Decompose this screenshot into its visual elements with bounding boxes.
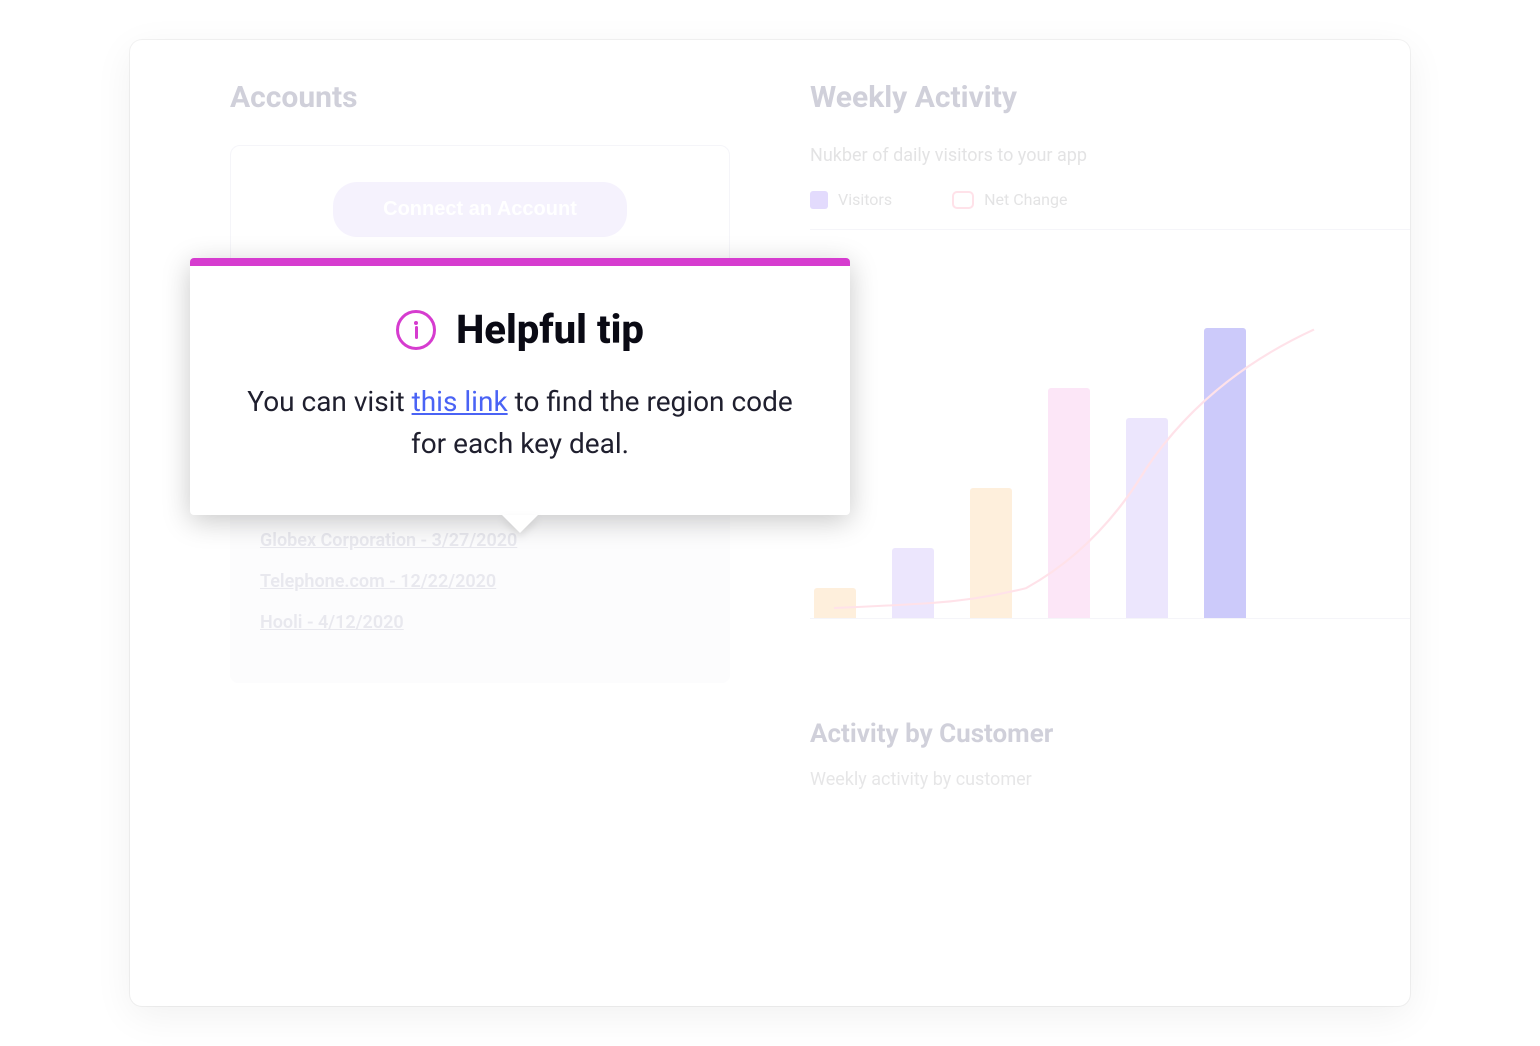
deal-link[interactable]: Telephone.com - 12/22/2020 <box>260 571 700 592</box>
legend: Visitors Net Change <box>810 190 1410 209</box>
legend-netchange-label: Net Change <box>984 190 1067 209</box>
legend-netchange: Net Change <box>952 190 1067 209</box>
chart-bar <box>1048 388 1090 618</box>
weekly-subtitle: Nukber of daily visitors to your app <box>810 145 1410 166</box>
chart-bar <box>1204 328 1246 618</box>
weekly-activity-title: Weekly Activity <box>810 80 1410 115</box>
activity-title: Activity by Customer <box>810 719 1410 749</box>
chart-bar <box>970 488 1012 618</box>
popover-body: You can visit this link to find the regi… <box>240 381 800 465</box>
accounts-title: Accounts <box>230 80 730 115</box>
connect-account-button[interactable]: Connect an Account <box>333 182 627 237</box>
deal-link[interactable]: Globex Corporation - 3/27/2020 <box>260 530 700 551</box>
chart-bar <box>814 588 856 618</box>
deal-link[interactable]: Hooli - 4/12/2020 <box>260 612 700 633</box>
left-column: Accounts Connect an Account Key Deals Gl… <box>230 80 730 1006</box>
info-icon <box>396 310 436 350</box>
popover-title: Helpful tip <box>456 306 644 353</box>
visitors-swatch-icon <box>810 191 828 209</box>
helpful-tip-popover: Helpful tip You can visit this link to f… <box>190 258 850 515</box>
chart-bar <box>1126 418 1168 618</box>
chart-bar <box>892 548 934 618</box>
netchange-swatch-icon <box>952 191 974 209</box>
popover-link[interactable]: this link <box>412 385 508 418</box>
popover-text-before: You can visit <box>247 385 411 418</box>
legend-visitors: Visitors <box>810 190 892 209</box>
legend-visitors-label: Visitors <box>838 190 892 209</box>
weekly-chart <box>810 229 1410 619</box>
dashboard-panel: Accounts Connect an Account Key Deals Gl… <box>130 40 1410 1006</box>
right-column: Weekly Activity Nukber of daily visitors… <box>810 80 1410 1006</box>
activity-subtitle: Weekly activity by customer <box>810 769 1410 790</box>
activity-section: Activity by Customer Weekly activity by … <box>810 719 1410 790</box>
